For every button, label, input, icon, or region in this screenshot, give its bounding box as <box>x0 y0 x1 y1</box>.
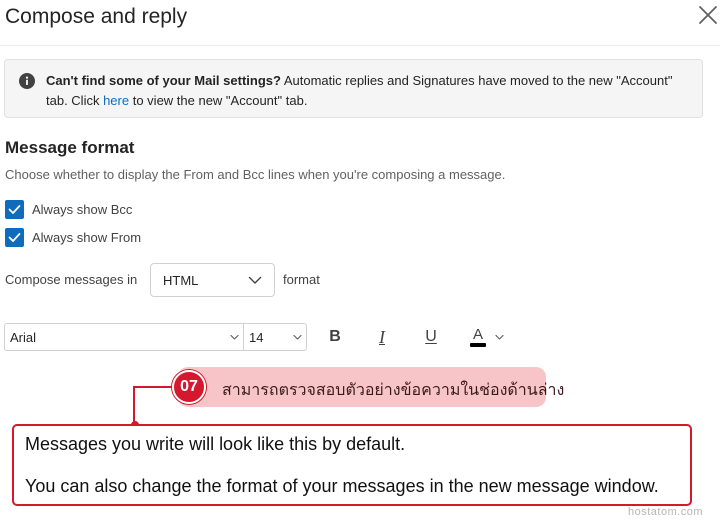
callout-connector-vertical <box>133 386 135 425</box>
font-size-value: 14 <box>249 330 264 345</box>
callout-connector-horizontal <box>133 386 175 388</box>
font-color-button[interactable]: A <box>469 323 509 351</box>
italic-button[interactable]: I <box>371 323 393 351</box>
watermark: hostatom.com <box>628 506 704 518</box>
close-icon <box>699 6 717 24</box>
font-color-letter: A <box>472 325 483 343</box>
always-show-bcc-label: Always show Bcc <box>32 202 133 217</box>
font-color-icon: A <box>469 325 487 347</box>
preview-line-2: You can also change the format of your m… <box>25 476 659 496</box>
info-text-after-link: to view the new "Account" tab. <box>129 93 308 108</box>
annotation-step-number: 07 <box>172 370 206 404</box>
underline-icon: U <box>425 328 437 345</box>
font-color-swatch <box>470 342 486 347</box>
annotation-text: สามารถตรวจสอบตัวอย่างข้อความในช่องด้านล่… <box>222 382 565 399</box>
message-preview: Messages you write will look like this b… <box>12 424 692 506</box>
italic-icon: I <box>379 326 385 347</box>
always-show-bcc-option[interactable]: Always show Bcc <box>5 200 132 219</box>
always-show-from-checkbox[interactable] <box>5 228 24 247</box>
checkmark-icon <box>8 205 21 214</box>
header-divider <box>0 45 720 46</box>
info-bar: Can't find some of your Mail settings? A… <box>4 59 703 118</box>
bold-icon: B <box>329 328 341 345</box>
compose-format-suffix: format <box>283 272 320 287</box>
compose-format-dropdown[interactable]: HTML <box>150 263 275 297</box>
bold-button[interactable]: B <box>324 323 346 351</box>
underline-button[interactable]: U <box>420 323 442 351</box>
chevron-down-icon <box>293 334 302 340</box>
always-show-bcc-checkbox[interactable] <box>5 200 24 219</box>
preview-line-1: Messages you write will look like this b… <box>25 434 406 454</box>
annotation-callout: สามารถตรวจสอบตัวอย่างข้อความในช่องด้านล่… <box>178 367 564 407</box>
dialog-title: Compose and reply <box>5 5 188 28</box>
compose-format-value: HTML <box>163 273 199 288</box>
chevron-down-icon <box>230 334 239 340</box>
always-show-from-label: Always show From <box>32 230 142 245</box>
info-icon <box>19 73 35 89</box>
message-format-title: Message format <box>5 138 135 157</box>
message-format-description: Choose whether to display the From and B… <box>5 167 506 182</box>
font-name-dropdown[interactable]: Arial <box>4 323 243 351</box>
font-size-dropdown[interactable]: 14 <box>243 323 307 351</box>
close-button[interactable] <box>697 4 719 26</box>
font-name-value: Arial <box>10 330 37 345</box>
account-tab-link[interactable]: here <box>103 93 129 108</box>
chevron-down-icon <box>248 276 262 284</box>
always-show-from-option[interactable]: Always show From <box>5 228 141 247</box>
chevron-down-icon <box>495 334 504 340</box>
info-message: Can't find some of your Mail settings? A… <box>46 71 686 111</box>
compose-format-label: Compose messages in <box>5 272 138 287</box>
info-bold-text: Can't find some of your Mail settings? <box>46 73 281 88</box>
checkmark-icon <box>8 233 21 242</box>
